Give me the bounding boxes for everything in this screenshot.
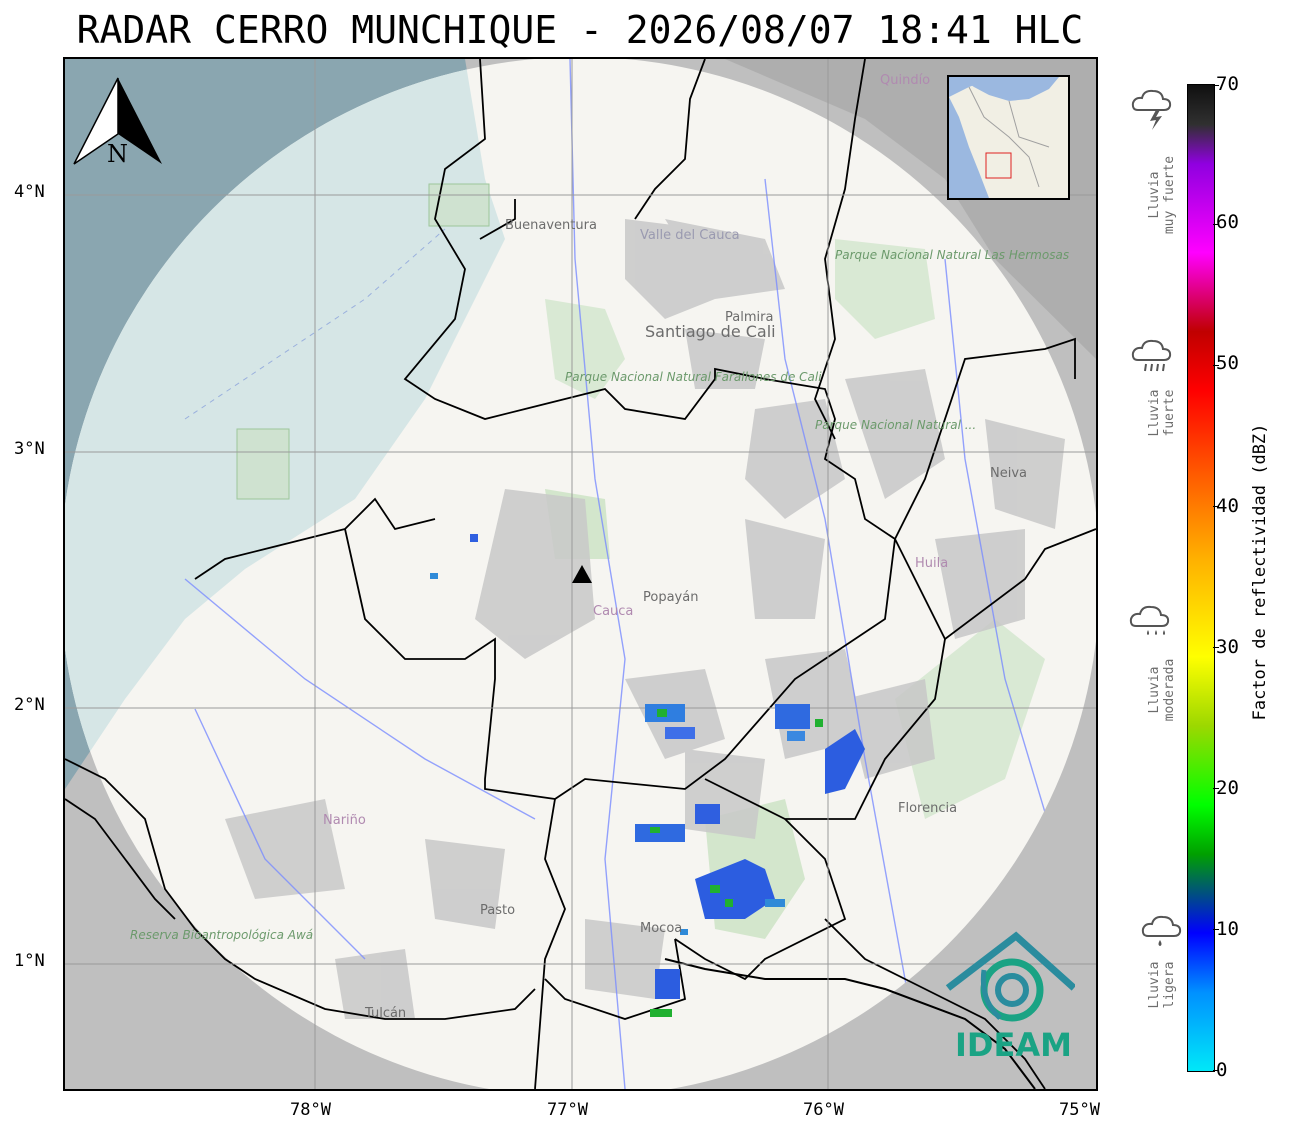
place-label: Huila <box>915 556 948 571</box>
place-label: Tulcán <box>364 1006 406 1021</box>
lon-tick-label: 77°W <box>547 1100 588 1120</box>
thunderstorm-icon <box>1131 89 1172 130</box>
inset-locator-map <box>947 75 1070 200</box>
radar-echo <box>650 1009 672 1017</box>
radar-echo <box>765 899 785 907</box>
radar-echo <box>775 704 810 729</box>
ideam-logo-text: IDEAM <box>955 1026 1072 1064</box>
radar-echo <box>815 719 823 727</box>
rain-level-label: Lluvia fuerte <box>1147 389 1177 437</box>
radar-echo <box>470 534 478 542</box>
lat-tick-label: 2°N <box>14 695 45 715</box>
radar-echo <box>710 885 720 893</box>
colorbar-tick-label: 20 <box>1216 777 1239 799</box>
place-label: Reserva Bioantropológica Awá <box>130 928 313 942</box>
radar-echo <box>787 731 805 741</box>
lat-tick-label: 3°N <box>14 439 45 459</box>
moderate-rain-icon <box>1129 605 1170 635</box>
place-label: Buenaventura <box>505 218 597 233</box>
colorbar-label: Factor de reflectividad (dBZ) <box>1250 423 1270 721</box>
place-label: Parque Nacional Natural Las Hermosas <box>835 248 1069 262</box>
radar-echo <box>430 573 438 579</box>
place-label: Pasto <box>480 903 515 918</box>
place-label: Neiva <box>990 466 1027 481</box>
lat-tick-label: 1°N <box>14 951 45 971</box>
rain-level-label: Lluvia muy fuerte <box>1147 155 1177 235</box>
place-label: Parque Nacional Natural Farallones de Ca… <box>565 370 822 384</box>
place-label: Cauca <box>593 604 633 619</box>
lon-tick-label: 76°W <box>803 1100 844 1120</box>
lon-tick-label: 78°W <box>290 1100 331 1120</box>
place-label: Mocoa <box>640 921 682 936</box>
colorbar-tick-label: 40 <box>1216 495 1239 517</box>
place-label: Santiago de Cali <box>645 322 776 341</box>
rain-level-label: Lluvia moderada <box>1147 658 1177 722</box>
radar-echo <box>695 804 720 824</box>
radar-echo <box>665 727 695 739</box>
radar-echo <box>650 827 660 833</box>
colorbar-tick-label: 30 <box>1216 636 1239 658</box>
place-label: Parque Nacional Natural ... <box>815 418 976 432</box>
place-label: Florencia <box>898 801 957 816</box>
north-label: N <box>107 140 128 168</box>
reflectivity-colorbar <box>1187 84 1215 1072</box>
colorbar-tick-label: 70 <box>1216 73 1239 95</box>
radar-echo <box>725 899 733 907</box>
lon-tick-label: 75°W <box>1059 1100 1100 1120</box>
map-title: RADAR CERRO MUNCHIQUE - 2026/08/07 18:41… <box>76 8 1084 52</box>
radar-echo <box>657 709 667 717</box>
place-label: Quindío <box>880 73 930 88</box>
place-label: Popayán <box>643 590 698 605</box>
colorbar-tick-label: 10 <box>1216 918 1239 940</box>
colorbar-tick-label: 60 <box>1216 211 1239 233</box>
colorbar-tick-label: 50 <box>1216 352 1239 374</box>
inset-map-svg <box>949 77 1068 198</box>
marine-park-gorgona <box>236 428 290 500</box>
rain-level-label: Lluvia ligera <box>1147 961 1177 1009</box>
place-label: Nariño <box>323 813 366 828</box>
radar-echo <box>655 969 680 999</box>
place-label: Valle del Cauca <box>640 228 740 243</box>
colorbar-tick-label: 0 <box>1216 1059 1228 1081</box>
lat-tick-label: 4°N <box>14 182 45 202</box>
